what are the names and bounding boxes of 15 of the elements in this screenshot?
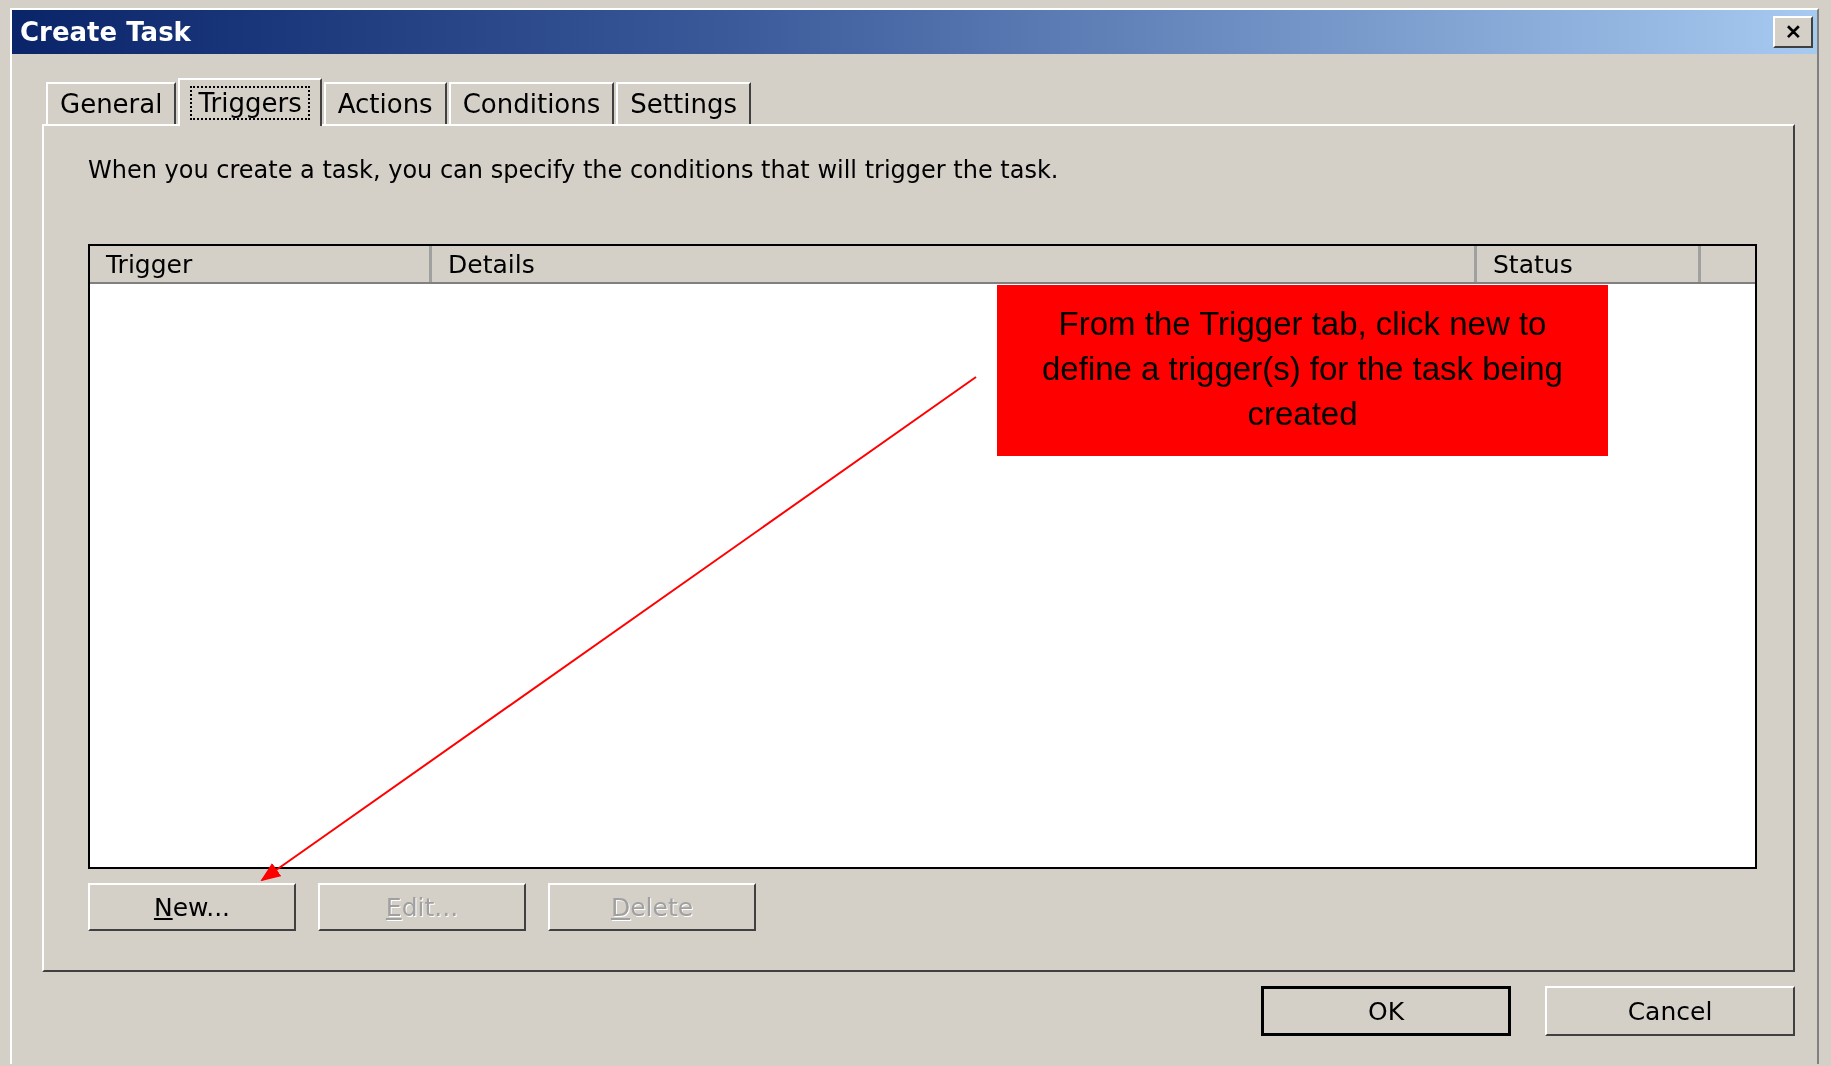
dialog-button[interactable]: OK [1261, 986, 1511, 1036]
dialog-button[interactable]: Cancel [1545, 986, 1795, 1036]
window-title: Create Task [20, 17, 191, 47]
tab[interactable]: Conditions [448, 82, 615, 124]
tab[interactable]: Settings [616, 82, 751, 124]
close-button[interactable]: ✕ [1773, 16, 1813, 48]
column-header[interactable]: Status [1477, 246, 1701, 282]
tab[interactable]: Triggers [178, 78, 322, 126]
callout-note: From the Trigger tab, click new to define a trigger(s) for the task being created [997, 285, 1608, 456]
column-header[interactable]: Trigger [90, 246, 432, 282]
action-button[interactable]: New... [88, 883, 296, 931]
column-header[interactable]: Details [432, 246, 1477, 282]
description-text: When you create a task, you can specify the conditions that will trigger the task. [88, 156, 1060, 184]
tab[interactable]: General [46, 82, 177, 124]
tab[interactable]: Actions [323, 82, 447, 124]
